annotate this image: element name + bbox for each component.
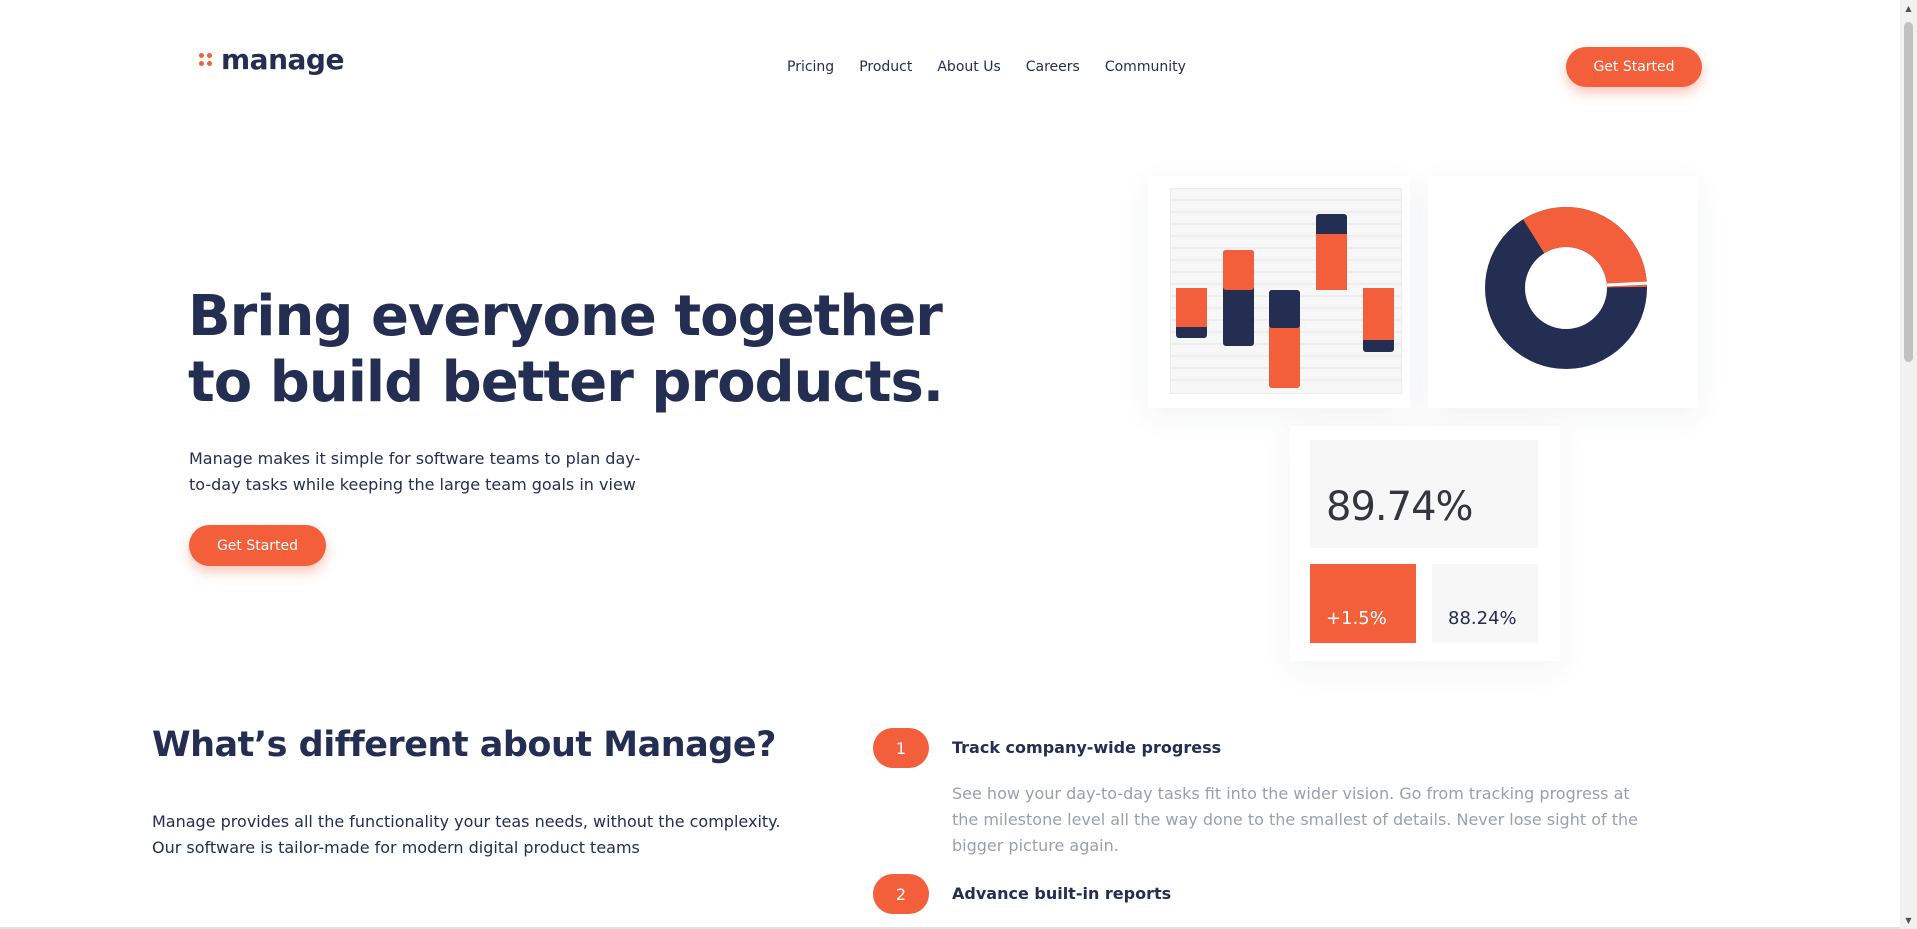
section-title: What’s different about Manage? xyxy=(152,725,776,765)
hero-description: Manage makes it simple for software team… xyxy=(189,449,641,494)
header-get-started-button[interactable]: Get Started xyxy=(1566,47,1702,87)
landing-page: manage Pricing Product About Us Careers … xyxy=(0,0,1917,929)
secondary-stat-value: 88.24% xyxy=(1448,608,1517,629)
nav-link-product[interactable]: Product xyxy=(859,59,912,75)
change-stat-tile: +1.5% xyxy=(1310,564,1416,643)
nav-link-careers[interactable]: Careers xyxy=(1026,59,1080,75)
feature-title: Track company-wide progress xyxy=(952,738,1222,757)
hero-title: Bring everyone together to build better … xyxy=(188,284,944,415)
nav-link-about-us[interactable]: About Us xyxy=(937,59,1000,75)
vertical-scrollbar[interactable]: ▲ ▼ xyxy=(1900,0,1917,929)
scroll-down-arrow-icon[interactable]: ▼ xyxy=(1900,912,1917,929)
bar-chart-card xyxy=(1148,176,1410,408)
stats-card: 89.74% +1.5% 88.24% xyxy=(1290,426,1560,661)
nav-link-pricing[interactable]: Pricing xyxy=(787,59,834,75)
section-description: Manage provides all the functionality yo… xyxy=(152,812,781,857)
feature-title: Advance built-in reports xyxy=(952,884,1172,903)
main-stat-value: 89.74% xyxy=(1326,484,1474,530)
scrollbar-thumb[interactable] xyxy=(1904,22,1913,362)
bar-chart-illustration xyxy=(1170,188,1402,394)
scroll-up-arrow-icon[interactable]: ▲ xyxy=(1900,0,1917,17)
logo[interactable]: manage xyxy=(199,46,344,74)
logo-dots-icon xyxy=(199,52,215,68)
feature-number-badge: 1 xyxy=(873,728,929,768)
feature-description: See how your day-to-day tasks fit into t… xyxy=(952,784,1638,855)
nav-link-community[interactable]: Community xyxy=(1105,59,1186,75)
donut-chart-illustration xyxy=(1485,207,1650,369)
hero-get-started-button[interactable]: Get Started xyxy=(189,525,326,566)
feature-number-badge: 2 xyxy=(873,874,929,914)
main-stat-tile: 89.74% xyxy=(1310,440,1538,548)
change-stat-value: +1.5% xyxy=(1326,608,1387,629)
secondary-stat-tile: 88.24% xyxy=(1432,564,1538,643)
donut-chart-card xyxy=(1428,176,1698,408)
logo-text: manage xyxy=(221,43,344,76)
main-nav: Pricing Product About Us Careers Communi… xyxy=(787,59,1186,75)
